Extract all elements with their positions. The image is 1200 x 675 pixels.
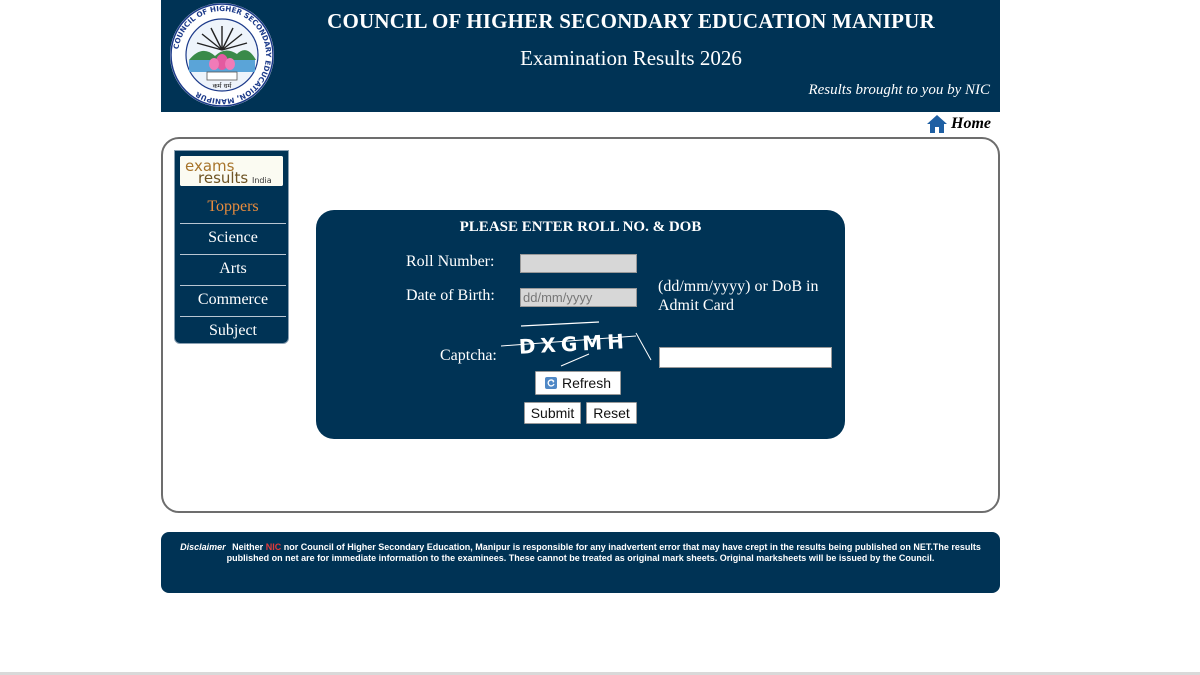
main-panel: exams results India Toppers Science Arts… xyxy=(161,137,1000,513)
captcha-image: DXGMH xyxy=(501,321,652,367)
disclaimer-pre: Neither xyxy=(232,542,264,552)
sidebar-item-subject[interactable]: Subject xyxy=(180,318,286,347)
refresh-label: Refresh xyxy=(561,375,612,391)
logo-india: India xyxy=(252,176,272,185)
logo-results: results xyxy=(198,169,248,186)
page-subtitle: Examination Results 2026 xyxy=(520,46,742,70)
dob-input[interactable] xyxy=(520,288,637,307)
captcha-input[interactable] xyxy=(659,347,832,368)
disclaimer-nic: NIC xyxy=(265,542,282,552)
home-link[interactable]: Home xyxy=(926,112,991,136)
home-icon xyxy=(927,115,947,133)
roll-number-input[interactable] xyxy=(520,254,637,273)
seal-motto: कर्म धर्म xyxy=(213,82,233,90)
nic-credit: Results brought to you by NIC xyxy=(808,82,990,98)
sidebar-item-arts[interactable]: Arts xyxy=(180,256,286,286)
submit-button[interactable]: Submit xyxy=(524,402,581,424)
sidebar-item-science[interactable]: Science xyxy=(180,225,286,255)
captcha-refresh-button[interactable]: Refresh xyxy=(535,371,621,395)
result-form: PLEASE ENTER ROLL NO. & DOB Roll Number:… xyxy=(316,210,845,439)
disclaimer-label: Disclaimer xyxy=(180,542,226,552)
sidebar: exams results India Toppers Science Arts… xyxy=(174,150,289,344)
dob-label: Date of Birth: xyxy=(406,287,495,304)
reset-button[interactable]: Reset xyxy=(586,402,637,424)
disclaimer-text: nor Council of Higher Secondary Educatio… xyxy=(226,542,981,563)
form-title: PLEASE ENTER ROLL NO. & DOB xyxy=(459,219,702,235)
captcha-label: Captcha: xyxy=(440,347,497,364)
captcha-text: DXGMH xyxy=(518,329,629,359)
site-header: COUNCIL OF HIGHER SECONDARY EDUCATION, M… xyxy=(161,0,1000,112)
exams-results-india-logo[interactable]: exams results India xyxy=(180,156,283,186)
council-seal-logo: COUNCIL OF HIGHER SECONDARY EDUCATION, M… xyxy=(170,3,274,107)
roll-number-label: Roll Number: xyxy=(406,253,495,270)
sidebar-item-toppers[interactable]: Toppers xyxy=(180,194,286,224)
home-label: Home xyxy=(951,115,991,132)
sidebar-nav: Toppers Science Arts Commerce Subject xyxy=(180,194,286,348)
page-title: COUNCIL OF HIGHER SECONDARY EDUCATION MA… xyxy=(327,9,935,33)
sidebar-item-commerce[interactable]: Commerce xyxy=(180,287,286,317)
refresh-icon xyxy=(544,377,557,389)
disclaimer: Disclaimer Neither NIC nor Council of Hi… xyxy=(161,532,1000,593)
dob-format-hint: (dd/mm/yyyy) or DoB in Admit Card xyxy=(658,278,819,314)
